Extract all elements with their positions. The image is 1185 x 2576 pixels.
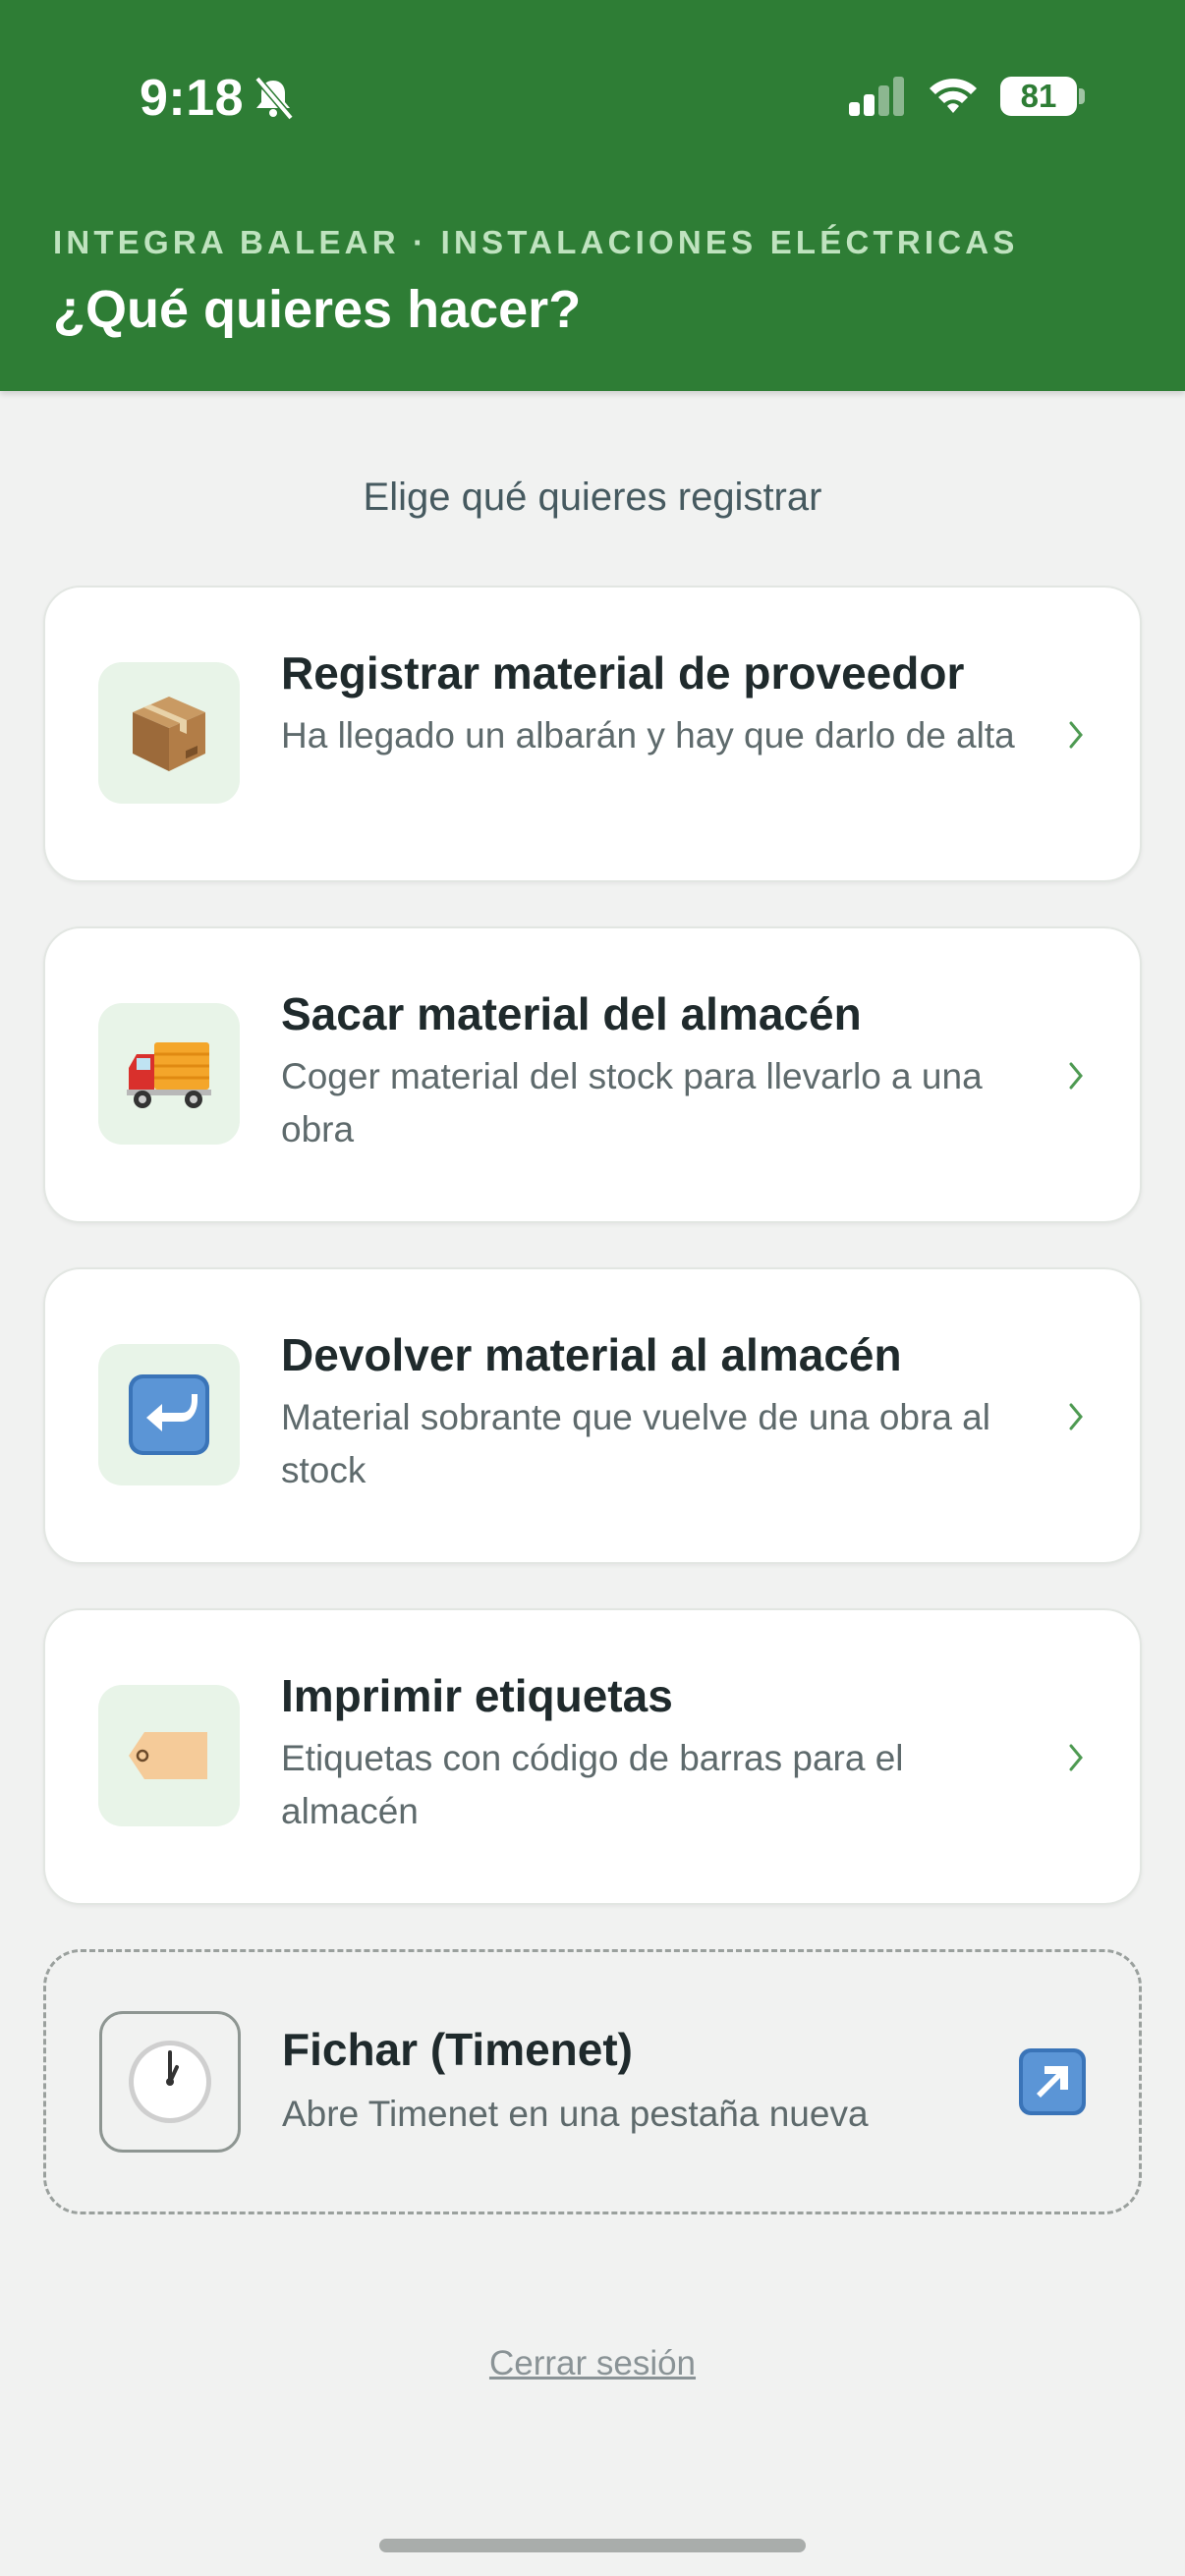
battery-indicator: 81 xyxy=(1000,77,1077,116)
card-description: Ha llegado un albarán y hay que darlo de… xyxy=(281,715,1015,756)
action-card-register-supplier-material[interactable]: Registrar material de proveedor Ha llega… xyxy=(43,586,1142,882)
card-title: Devolver material al almacén xyxy=(281,1329,902,1380)
card-description: Coger material del stock para llevarlo a… xyxy=(281,1056,983,1149)
chevron-right-icon xyxy=(1069,1403,1083,1430)
action-card-print-labels[interactable]: Imprimir etiquetas Etiquetas con código … xyxy=(43,1608,1142,1905)
card-title: Fichar (Timenet) xyxy=(282,2024,633,2075)
chevron-right-icon xyxy=(1069,1744,1083,1771)
external-link-icon xyxy=(1019,2048,1086,2115)
card-description: Etiquetas con código de barras para el a… xyxy=(281,1738,904,1831)
action-card-take-material[interactable]: Sacar material del almacén Coger materia… xyxy=(43,926,1142,1223)
icon-container xyxy=(99,2011,241,2153)
app-header: 9:18 81 INTEGRA BALEAR · INSTALACIONES E… xyxy=(0,0,1185,391)
card-title: Registrar material de proveedor xyxy=(281,647,965,699)
return-arrow-icon xyxy=(129,1374,209,1455)
cellular-signal-icon xyxy=(849,77,904,116)
page-title: ¿Qué quieres hacer? xyxy=(53,280,582,339)
clock-icon xyxy=(129,2041,211,2123)
home-indicator xyxy=(379,2539,806,2552)
card-title: Sacar material del almacén xyxy=(281,988,862,1039)
chevron-right-icon xyxy=(1069,1062,1083,1090)
package-icon xyxy=(133,697,205,771)
truck-icon xyxy=(127,1042,211,1108)
logout-link[interactable]: Cerrar sesión xyxy=(0,2344,1185,2383)
action-card-return-material[interactable]: Devolver material al almacén Material so… xyxy=(43,1267,1142,1564)
label-tag-icon xyxy=(129,1732,207,1779)
bell-muted-icon xyxy=(254,76,294,120)
icon-container xyxy=(98,1685,240,1826)
card-description: Abre Timenet en una pestaña nueva xyxy=(282,2094,869,2134)
icon-container xyxy=(98,1003,240,1145)
action-card-timenet[interactable]: Fichar (Timenet) Abre Timenet en una pes… xyxy=(43,1949,1142,2214)
wifi-icon xyxy=(930,79,977,113)
section-subtitle: Elige qué quieres registrar xyxy=(363,476,822,519)
status-time: 9:18 xyxy=(140,70,245,127)
icon-container xyxy=(98,1344,240,1485)
card-description: Material sobrante que vuelve de una obra… xyxy=(281,1397,990,1490)
chevron-right-icon xyxy=(1069,721,1083,749)
company-name: INTEGRA BALEAR · INSTALACIONES ELÉCTRICA… xyxy=(53,224,1019,260)
battery-nub xyxy=(1079,88,1085,104)
card-title: Imprimir etiquetas xyxy=(281,1670,673,1721)
icon-container xyxy=(98,662,240,804)
